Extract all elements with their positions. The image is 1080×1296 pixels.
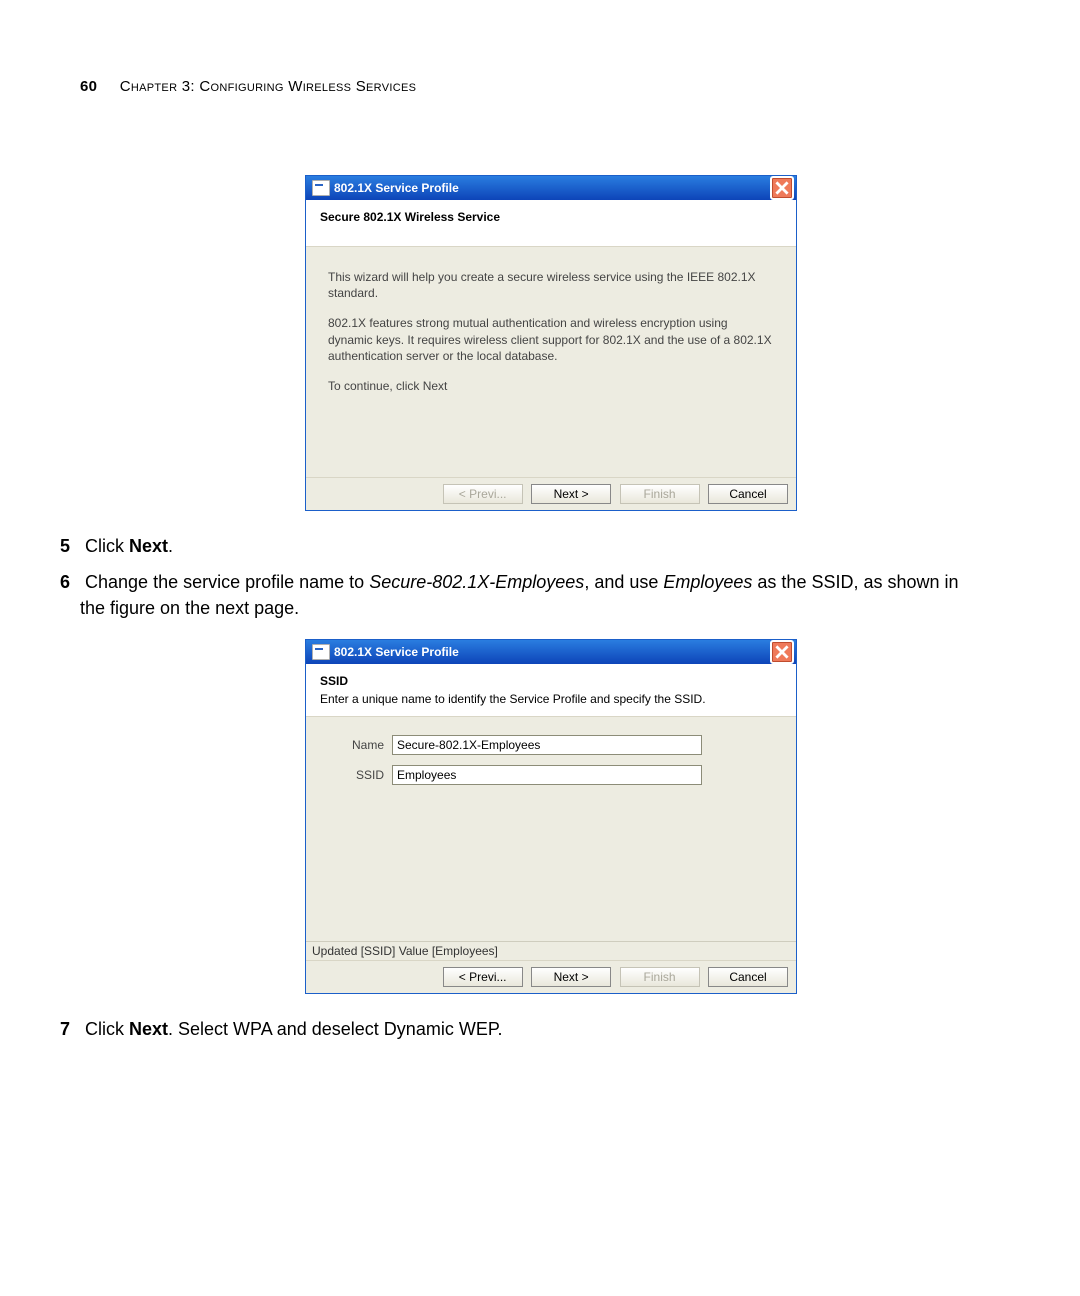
- step-number: 7: [46, 1016, 70, 1042]
- titlebar[interactable]: 802.1X Service Profile: [306, 176, 796, 200]
- cancel-button[interactable]: Cancel: [708, 967, 788, 987]
- app-icon: [312, 644, 330, 660]
- name-input[interactable]: [392, 735, 702, 755]
- dialog-subheader: Secure 802.1X Wireless Service: [306, 200, 796, 247]
- ssid-label: SSID: [332, 768, 392, 782]
- button-bar: < Previ... Next > Finish Cancel: [306, 960, 796, 993]
- step-number: 6: [46, 569, 70, 595]
- next-button[interactable]: Next >: [531, 967, 611, 987]
- close-button[interactable]: [770, 640, 794, 664]
- dialog-subheader: SSID Enter a unique name to identify the…: [306, 664, 796, 717]
- status-bar: Updated [SSID] Value [Employees]: [306, 941, 796, 960]
- button-bar: < Previ... Next > Finish Cancel: [306, 477, 796, 510]
- subheading-text: Secure 802.1X Wireless Service: [320, 210, 782, 224]
- step-number: 5: [46, 533, 70, 559]
- step-text: Click Next. Select WPA and deselect Dyna…: [85, 1019, 503, 1039]
- close-icon: [775, 181, 789, 195]
- subheading-desc: Enter a unique name to identify the Serv…: [320, 692, 782, 706]
- page-header: 60 Chapter 3: Configuring Wireless Servi…: [80, 78, 985, 95]
- dialog-body: Name SSID: [306, 717, 796, 941]
- prev-button: < Previ...: [443, 484, 523, 504]
- dialog-body: This wizard will help you create a secur…: [306, 247, 796, 477]
- intro-paragraph-1: This wizard will help you create a secur…: [328, 269, 774, 301]
- step-6: 6 Change the service profile name to Sec…: [80, 569, 985, 621]
- step-text: Change the service profile name to Secur…: [80, 572, 959, 618]
- service-profile-dialog-ssid: 802.1X Service Profile SSID Enter a uniq…: [305, 639, 797, 994]
- service-profile-dialog-step1: 802.1X Service Profile Secure 802.1X Wir…: [305, 175, 797, 511]
- close-button[interactable]: [770, 176, 794, 200]
- titlebar[interactable]: 802.1X Service Profile: [306, 640, 796, 664]
- step-7: 7 Click Next. Select WPA and deselect Dy…: [80, 1016, 985, 1042]
- window-title: 802.1X Service Profile: [334, 181, 459, 195]
- intro-paragraph-2: 802.1X features strong mutual authentica…: [328, 315, 774, 364]
- finish-button: Finish: [620, 484, 700, 504]
- cancel-button[interactable]: Cancel: [708, 484, 788, 504]
- next-button[interactable]: Next >: [531, 484, 611, 504]
- finish-button: Finish: [620, 967, 700, 987]
- window-title: 802.1X Service Profile: [334, 645, 459, 659]
- ssid-input[interactable]: [392, 765, 702, 785]
- step-5: 5 Click Next.: [80, 533, 985, 559]
- intro-paragraph-3: To continue, click Next: [328, 378, 774, 394]
- chapter-title: Chapter 3: Configuring Wireless Services: [120, 78, 416, 95]
- step-text: Click Next.: [85, 536, 173, 556]
- prev-button[interactable]: < Previ...: [443, 967, 523, 987]
- page-number: 60: [80, 78, 97, 95]
- app-icon: [312, 180, 330, 196]
- subheading-text: SSID: [320, 674, 782, 688]
- name-label: Name: [332, 738, 392, 752]
- close-icon: [775, 645, 789, 659]
